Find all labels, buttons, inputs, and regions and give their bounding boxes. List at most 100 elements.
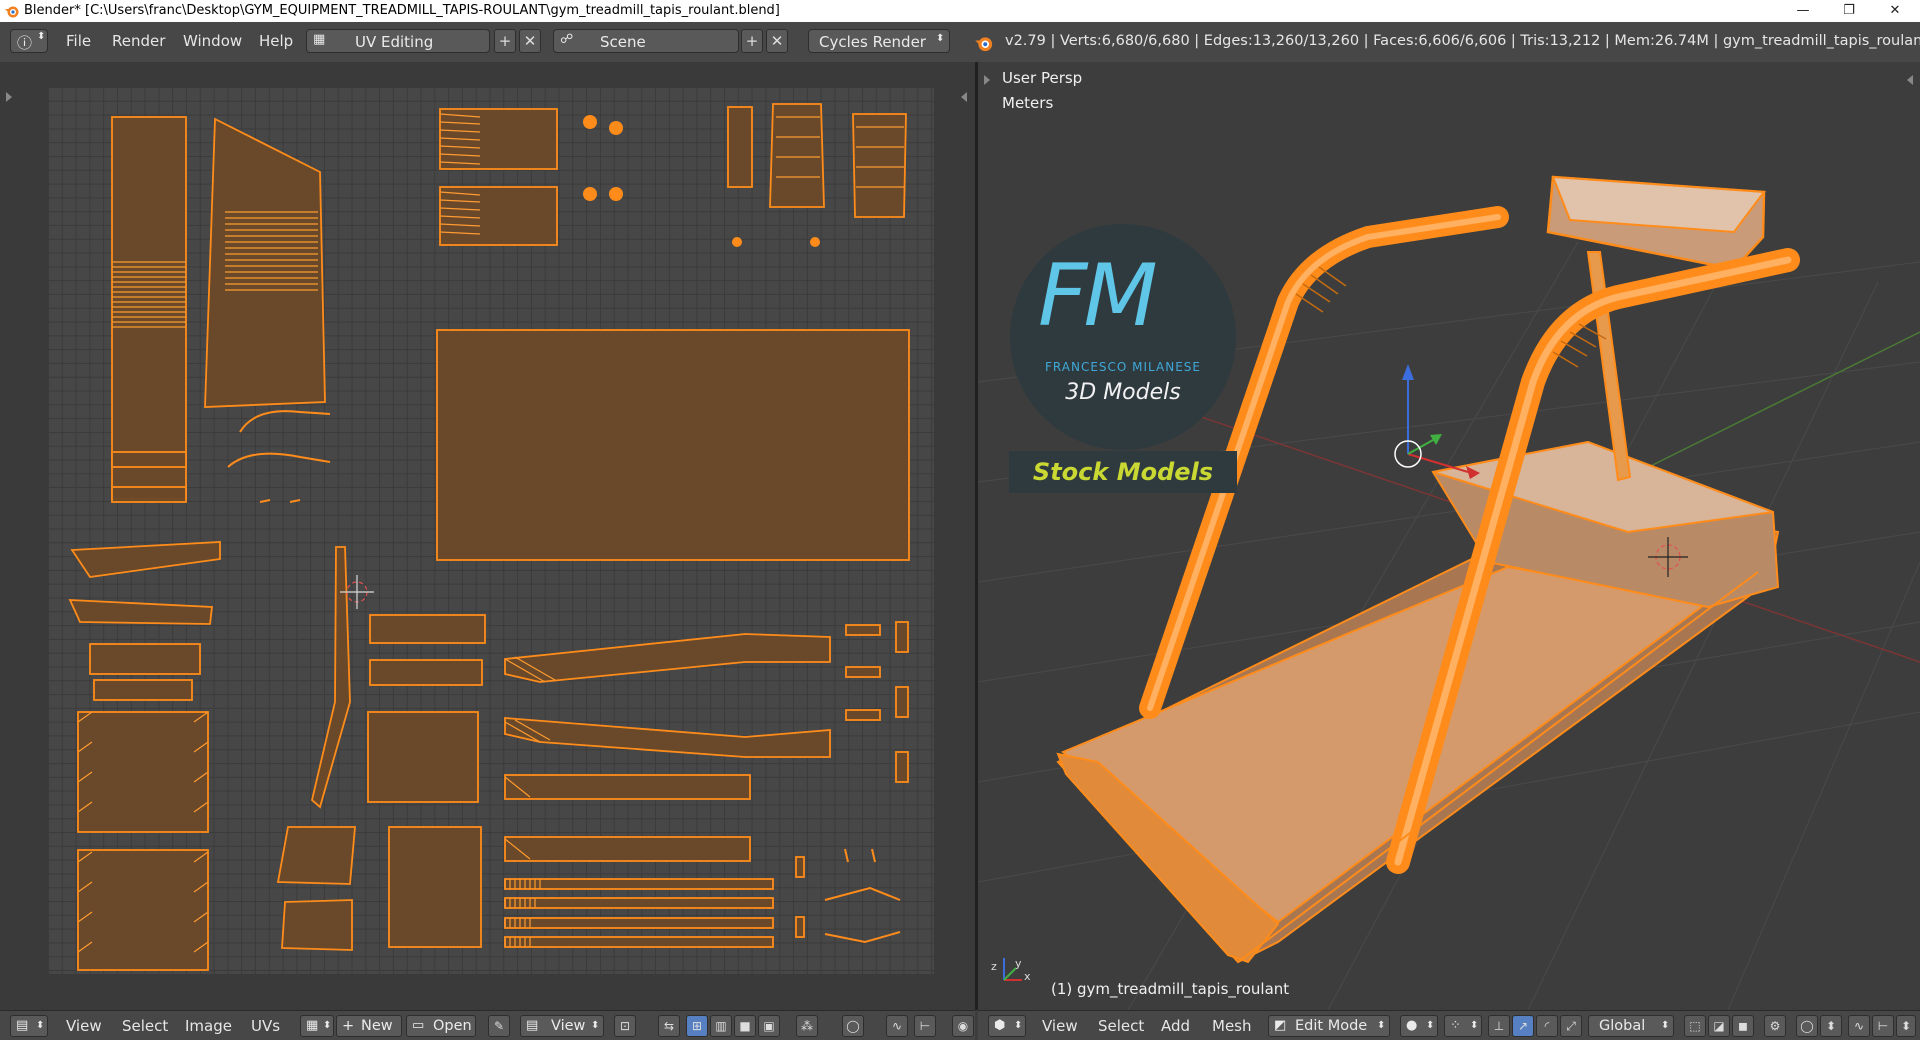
menu-help[interactable]: Help [259,32,293,50]
snap-element-icon[interactable]: ⊢ [1872,1015,1894,1037]
vertex-select-icon[interactable]: ⊞ [686,1015,708,1037]
menu-view[interactable]: View [1042,1017,1078,1035]
close-button[interactable]: ✕ [1872,0,1918,22]
sticky-mode-icon[interactable]: ⁂ [796,1015,818,1037]
dropdown-arrows-icon: ⬍ [1014,1020,1023,1031]
editor-type-selector[interactable]: ⓘ ⬍ [10,29,48,53]
3d-viewport[interactable]: User Persp Meters FM FRANCESCO MILANESE … [978,62,1920,1010]
dropdown-arrows-icon: ⬍ [36,1020,45,1031]
uv-island [89,643,201,675]
proportional-edit-icon[interactable]: ◯ [1796,1015,1818,1037]
render-engine-selector[interactable]: Cycles Render ⬍ [808,29,950,53]
uv-island [204,117,326,408]
uv-image-editor[interactable] [0,62,975,1010]
tool-shelf-toggle[interactable] [984,75,990,85]
uv-island [852,113,907,218]
menu-file[interactable]: File [66,32,91,50]
uv-island [583,115,597,129]
region-toggle-left[interactable] [6,92,12,102]
edge-select-icon[interactable]: ▥ [710,1015,732,1037]
uv-edges [504,656,556,860]
editor-type-selector[interactable]: ⬢ ⬍ [988,1015,1026,1037]
properties-toggle[interactable] [1907,75,1913,85]
uv-island [70,541,221,578]
snap-element-icon[interactable]: ⊢ [914,1015,936,1037]
pivot-icon[interactable]: ⊡ [614,1015,636,1037]
logo-banner: Stock Models [1009,451,1237,493]
snap-icon[interactable]: ∿ [886,1015,908,1037]
mode-selector[interactable]: ◩ Edit Mode ⬍ [1268,1015,1390,1037]
transform-manipulator[interactable] [1394,364,1480,479]
minimize-button[interactable]: — [1780,0,1826,22]
face-select-icon[interactable]: ◼ [1732,1015,1754,1037]
island-select-icon[interactable]: ▣ [758,1015,780,1037]
pivot-selector[interactable]: ⁘ ⬍ [1444,1015,1482,1037]
uv-island [609,187,623,201]
orientation-label: Global [1599,1018,1646,1034]
menu-select[interactable]: Select [122,1017,168,1035]
uv-island [609,121,623,135]
uv-island [436,329,910,561]
image-browse-button[interactable]: ▦ ⬍ [300,1015,334,1037]
dropdown-arrows-icon: ⬍ [37,31,46,42]
uv-layout[interactable] [0,62,975,1010]
uv-island [504,917,774,929]
snap-icon[interactable]: ∿ [1848,1015,1870,1037]
sync-selection-icon[interactable]: ⇆ [658,1015,680,1037]
uv-island [895,686,909,718]
dropdown-arrows-icon: ⬍ [591,1020,600,1031]
vertex-select-icon[interactable]: ⬚ [1684,1015,1706,1037]
screen-layout-selector[interactable]: ▦ UV Editing [306,29,490,53]
menu-add[interactable]: Add [1161,1017,1190,1035]
info-header: ⓘ ⬍ File Render Window Help ▦ UV Editing… [0,22,1920,63]
face-select-icon[interactable]: ■ [734,1015,756,1037]
menu-select[interactable]: Select [1098,1017,1144,1035]
editor-type-selector[interactable]: ▤ ⬍ [10,1015,48,1037]
remove-screen-button[interactable]: ✕ [519,29,541,53]
active-object-label: (1) gym_treadmill_tapis_roulant [1051,980,1290,998]
proportional-falloff-icon[interactable]: ⬍ [1820,1015,1842,1037]
pin-icon[interactable]: ✎ [488,1015,510,1037]
menu-uvs[interactable]: UVs [251,1017,280,1035]
uv-island [895,621,909,653]
edge-select-icon[interactable]: ◪ [1708,1015,1730,1037]
snap-target-icon[interactable]: ⬍ [1896,1015,1916,1037]
remove-scene-button[interactable]: ✕ [766,29,788,53]
menu-mesh[interactable]: Mesh [1212,1017,1252,1035]
logo-monogram: FM [1038,246,1158,346]
open-image-button[interactable]: ▭ Open [406,1015,476,1037]
rotate-manipulator-icon[interactable]: ◜ [1536,1015,1558,1037]
new-image-label: New [361,1018,393,1034]
menu-window[interactable]: Window [183,32,242,50]
scale-manipulator-icon[interactable]: ⤢ [1560,1015,1582,1037]
shading-selector[interactable]: ● ⬍ [1400,1015,1438,1037]
scene-selector[interactable]: ☍ Scene [553,29,739,53]
uv-island [259,499,301,503]
region-toggle-right[interactable] [961,92,967,102]
uv-island [795,916,805,938]
folder-icon: ▭ [412,1018,425,1033]
info-icon: ⓘ [17,34,33,52]
proportional-edit-icon[interactable]: ◯ [842,1015,864,1037]
menu-image[interactable]: Image [185,1017,232,1035]
translate-manipulator-icon[interactable]: ↗ [1512,1015,1534,1037]
open-image-label: Open [433,1018,472,1034]
new-image-button[interactable]: + New [336,1015,402,1037]
mini-axis-x: x [1024,970,1031,983]
viewport-scene[interactable] [978,62,1920,1010]
render-slot-icon[interactable]: ◉ [952,1015,974,1037]
edit-mode-icon: ◩ [1274,1018,1287,1033]
view-mode-selector[interactable]: ▤ View ⬍ [520,1015,604,1037]
add-screen-button[interactable]: + [494,29,516,53]
transform-orientation-selector[interactable]: Global ⬍ [1588,1015,1674,1037]
scene-statistics: v2.79 | Verts:6,680/6,680 | Edges:13,260… [1005,33,1920,49]
add-scene-button[interactable]: + [741,29,763,53]
uv-island [504,717,831,758]
limit-selection-icon[interactable]: ⚙ [1764,1015,1786,1037]
menu-view[interactable]: View [66,1017,102,1035]
manipulator-toggle-icon[interactable]: ⊥ [1488,1015,1510,1037]
uv-island [845,709,881,721]
menu-render[interactable]: Render [112,32,165,50]
logo-subtitle: 3D Models [1065,380,1181,405]
restore-button[interactable]: ❐ [1826,0,1872,22]
